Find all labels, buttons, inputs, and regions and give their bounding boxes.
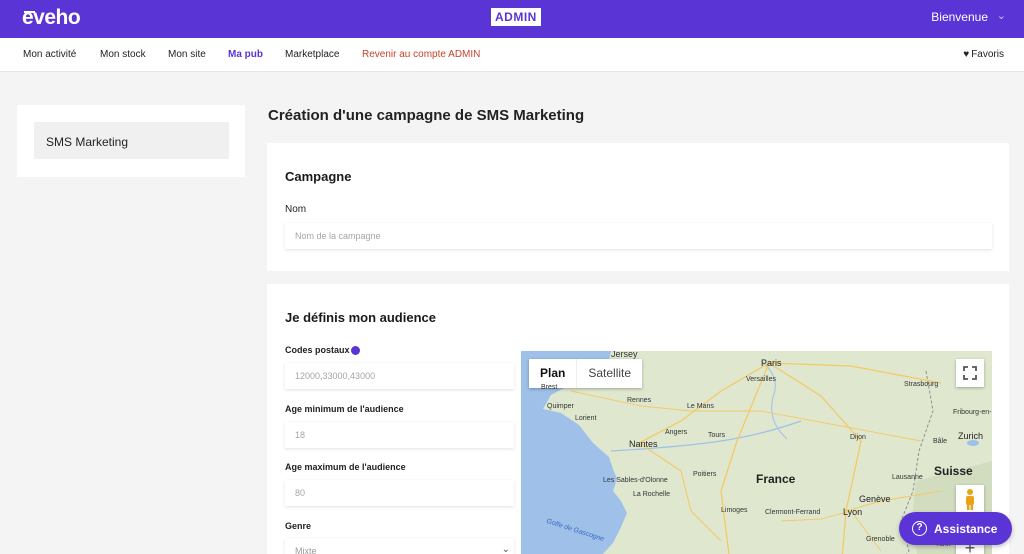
heart-icon: ♥ [963, 49, 970, 60]
sidebar: SMS Marketing [17, 105, 245, 177]
map-label-larochelle: La Rochelle [633, 491, 670, 498]
map-label-france: France [756, 472, 796, 486]
postal-codes-input[interactable] [285, 363, 514, 389]
welcome-menu[interactable]: Bienvenue [931, 10, 988, 24]
name-label: Nom [285, 204, 307, 215]
map-type-satellite[interactable]: Satellite [576, 359, 642, 388]
map-label-strasbourg: Strasbourg [904, 381, 939, 388]
postal-codes-label-text: Codes postaux [285, 345, 350, 355]
map-label-limoges: Limoges [721, 507, 748, 514]
map-label-geneve: Genève [859, 494, 891, 504]
assistance-label: Assistance [934, 522, 998, 536]
admin-badge: ADMIN [491, 8, 541, 26]
map-label-rennes: Rennes [627, 397, 652, 404]
map-label-bale: Bâle [933, 438, 948, 445]
page-title: Création d'une campagne de SMS Marketing [268, 107, 585, 124]
map-label-angers: Angers [665, 429, 688, 436]
chevron-down-icon[interactable]: ⌄ [997, 9, 1006, 22]
map-label-clermont: Clermont-Ferrand [765, 509, 821, 516]
map-label-quimper: Quimper [547, 403, 574, 410]
map-label-poitiers: Poitiers [693, 471, 717, 478]
audience-title: Je définis mon audience [285, 310, 436, 325]
map-label-lorient: Lorient [575, 415, 597, 422]
map-label-sables: Les Sables-d'Olonne [603, 477, 668, 484]
campaign-title: Campagne [285, 169, 352, 184]
fullscreen-button[interactable] [956, 359, 984, 387]
map-label-dijon: Dijon [850, 434, 866, 441]
chevron-down-icon: ⌄ [501, 544, 510, 554]
sidebar-item-sms-marketing[interactable]: SMS Marketing [34, 122, 229, 159]
map-label-brest: Brest [541, 384, 558, 391]
gender-label: Genre [285, 521, 312, 531]
pegman-icon [966, 489, 974, 510]
eveho-logo[interactable]: eveho [22, 6, 81, 30]
assistance-button[interactable]: ? Assistance [899, 512, 1012, 545]
audience-card: Je définis mon audience Codes postaux Ag… [267, 284, 1009, 554]
map-label-zurich: Zurich [958, 431, 984, 441]
nav-ma-pub[interactable]: Ma pub [228, 49, 263, 60]
top-bar: eveho ADMIN Bienvenue ⌄ [0, 0, 1024, 38]
map-label-lyon: Lyon [843, 507, 863, 517]
info-icon[interactable] [350, 346, 360, 356]
map-label-fribourg: Fribourg-en- [953, 409, 992, 416]
fullscreen-icon [963, 366, 977, 380]
map-label-grenoble: Grenoble [866, 536, 895, 543]
map-label-tours: Tours [708, 432, 726, 439]
map-label-nantes: Nantes [629, 439, 658, 449]
gender-select[interactable]: Mixte ⌄ [285, 538, 514, 554]
question-circle-icon: ? [912, 521, 927, 536]
map-label-lausanne: Lausanne [892, 474, 923, 481]
nav-mon-stock[interactable]: Mon stock [100, 49, 146, 60]
logo-text: eveho [22, 6, 81, 29]
map-label-jersey: Jersey [611, 351, 638, 359]
favorites-link[interactable]: ♥ Favoris [963, 49, 1004, 60]
age-min-input[interactable] [285, 422, 514, 448]
postal-codes-label: Codes postaux [285, 345, 360, 356]
street-view-button[interactable] [956, 485, 984, 513]
map-label-lemans: Le Mans [687, 403, 714, 410]
logo-accent [24, 11, 35, 13]
map-label-suisse: Suisse [934, 464, 973, 478]
favorites-label: Favoris [971, 49, 1004, 60]
campaign-card: Campagne Nom [267, 143, 1009, 271]
gender-value: Mixte [295, 546, 317, 554]
nav-revenir-admin[interactable]: Revenir au compte ADMIN [362, 49, 480, 60]
nav-mon-site[interactable]: Mon site [168, 49, 206, 60]
nav-marketplace[interactable]: Marketplace [285, 49, 339, 60]
main-nav: Mon activité Mon stock Mon site Ma pub M… [0, 38, 1024, 72]
map-label-paris: Paris [761, 358, 782, 368]
campaign-name-input[interactable] [285, 223, 992, 249]
age-max-label: Age maximum de l'audience [285, 462, 406, 472]
nav-mon-activite[interactable]: Mon activité [23, 49, 76, 60]
age-max-input[interactable] [285, 480, 514, 506]
map-label-versailles: Versailles [746, 376, 776, 383]
age-min-label: Age minimum de l'audience [285, 404, 404, 414]
